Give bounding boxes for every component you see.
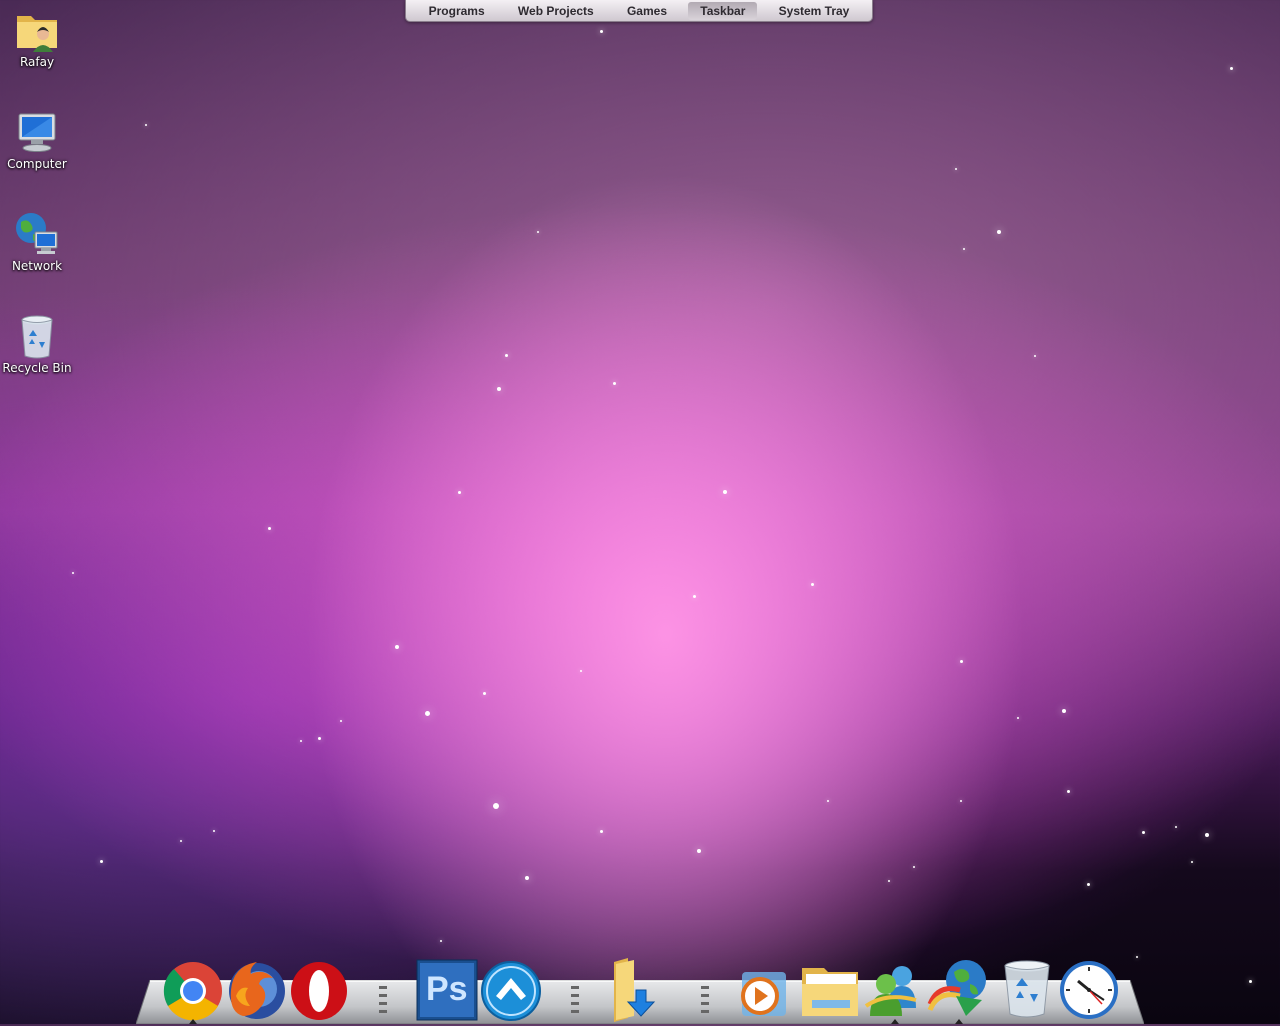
star bbox=[963, 248, 965, 250]
star bbox=[600, 30, 603, 33]
dock-item-download-manager[interactable] bbox=[926, 956, 992, 1024]
star bbox=[960, 800, 962, 802]
running-indicator bbox=[189, 1019, 197, 1024]
dock-item-messenger[interactable] bbox=[862, 956, 928, 1024]
star bbox=[723, 490, 727, 494]
star bbox=[425, 711, 430, 716]
star bbox=[613, 382, 616, 385]
star bbox=[1017, 717, 1019, 719]
file-explorer-icon bbox=[802, 968, 858, 1016]
star bbox=[497, 387, 501, 391]
star bbox=[580, 670, 582, 672]
star bbox=[100, 860, 103, 863]
star bbox=[268, 527, 271, 530]
star bbox=[180, 840, 182, 842]
desktop-icon-label: Network bbox=[11, 259, 63, 273]
menu-games[interactable]: Games bbox=[615, 2, 679, 20]
opera-icon bbox=[291, 962, 347, 1020]
starfield bbox=[0, 0, 1280, 1024]
dock-item-clock[interactable] bbox=[1056, 956, 1122, 1022]
star bbox=[1067, 790, 1070, 793]
photoshop-label: Ps bbox=[426, 970, 468, 1008]
firefox-icon bbox=[229, 962, 285, 1019]
top-menu-bar: Programs Web Projects Games Taskbar Syst… bbox=[405, 0, 873, 22]
desktop-icon-computer[interactable]: Computer bbox=[0, 108, 74, 171]
desktop-icon-recycle-bin[interactable]: Recycle Bin bbox=[0, 312, 74, 375]
star bbox=[960, 660, 963, 663]
star bbox=[72, 572, 74, 574]
star bbox=[693, 595, 696, 598]
star bbox=[483, 692, 486, 695]
dock-item-transfer-app[interactable] bbox=[478, 956, 544, 1022]
star bbox=[213, 830, 215, 832]
star bbox=[1191, 861, 1193, 863]
dock-item-opera[interactable] bbox=[286, 956, 352, 1022]
star bbox=[505, 354, 508, 357]
star bbox=[1175, 826, 1177, 828]
star bbox=[1249, 980, 1252, 983]
star bbox=[300, 740, 302, 742]
network-icon bbox=[16, 213, 58, 254]
dock-item-firefox[interactable] bbox=[224, 956, 290, 1022]
star bbox=[955, 168, 957, 170]
dock-item-photoshop[interactable]: Ps bbox=[414, 956, 480, 1022]
star bbox=[1142, 831, 1145, 834]
star bbox=[318, 737, 321, 740]
menu-system-tray[interactable]: System Tray bbox=[767, 2, 862, 20]
star bbox=[888, 880, 890, 882]
desktop-icon-label: Computer bbox=[7, 157, 67, 171]
user-folder-icon bbox=[17, 16, 57, 52]
star bbox=[1205, 833, 1209, 837]
computer-icon bbox=[18, 113, 56, 152]
star bbox=[440, 940, 442, 942]
dock-item-explorer[interactable] bbox=[798, 956, 864, 1022]
desktop-icon-rafay[interactable]: Rafay bbox=[0, 6, 74, 69]
running-indicator bbox=[955, 1019, 963, 1024]
dock-item-recycle-bin[interactable] bbox=[994, 956, 1060, 1022]
star bbox=[600, 830, 603, 833]
star bbox=[537, 231, 539, 233]
desktop-icon-label: Recycle Bin bbox=[2, 361, 72, 375]
recycle-bin-icon bbox=[21, 315, 53, 359]
star bbox=[493, 803, 499, 809]
transfer-app-icon bbox=[481, 961, 541, 1021]
star bbox=[340, 720, 342, 722]
chrome-icon bbox=[163, 962, 222, 1021]
desktop-icon-label: Rafay bbox=[19, 55, 55, 69]
dock-item-downloads[interactable] bbox=[602, 956, 668, 1022]
download-manager-icon bbox=[927, 960, 986, 1016]
dock-separator bbox=[571, 986, 579, 1013]
star bbox=[458, 491, 461, 494]
dock-item-media-player[interactable] bbox=[730, 956, 796, 1022]
star bbox=[697, 849, 701, 853]
menu-programs[interactable]: Programs bbox=[417, 2, 497, 20]
dock-separator bbox=[701, 986, 709, 1013]
star bbox=[145, 124, 147, 126]
star bbox=[913, 866, 915, 868]
dock-item-chrome[interactable] bbox=[160, 956, 226, 1024]
running-indicator bbox=[891, 1019, 899, 1024]
dock-separator bbox=[379, 986, 387, 1013]
dock-recycle-bin-icon bbox=[1004, 960, 1050, 1018]
menu-taskbar[interactable]: Taskbar bbox=[688, 1, 758, 20]
menu-web-projects[interactable]: Web Projects bbox=[506, 2, 606, 20]
star bbox=[1136, 956, 1138, 958]
clock-icon bbox=[1060, 961, 1118, 1019]
star bbox=[811, 583, 814, 586]
messenger-icon bbox=[864, 966, 917, 1016]
star bbox=[395, 645, 399, 649]
star bbox=[1034, 355, 1036, 357]
star bbox=[525, 876, 529, 880]
star bbox=[1087, 883, 1090, 886]
dock: Ps bbox=[150, 956, 1130, 1024]
star bbox=[827, 800, 829, 802]
star bbox=[1062, 709, 1066, 713]
media-player-icon bbox=[741, 972, 786, 1016]
star bbox=[1230, 67, 1233, 70]
star bbox=[997, 230, 1001, 234]
desktop-icon-network[interactable]: Network bbox=[0, 210, 74, 273]
downloads-folder-icon bbox=[614, 958, 656, 1022]
